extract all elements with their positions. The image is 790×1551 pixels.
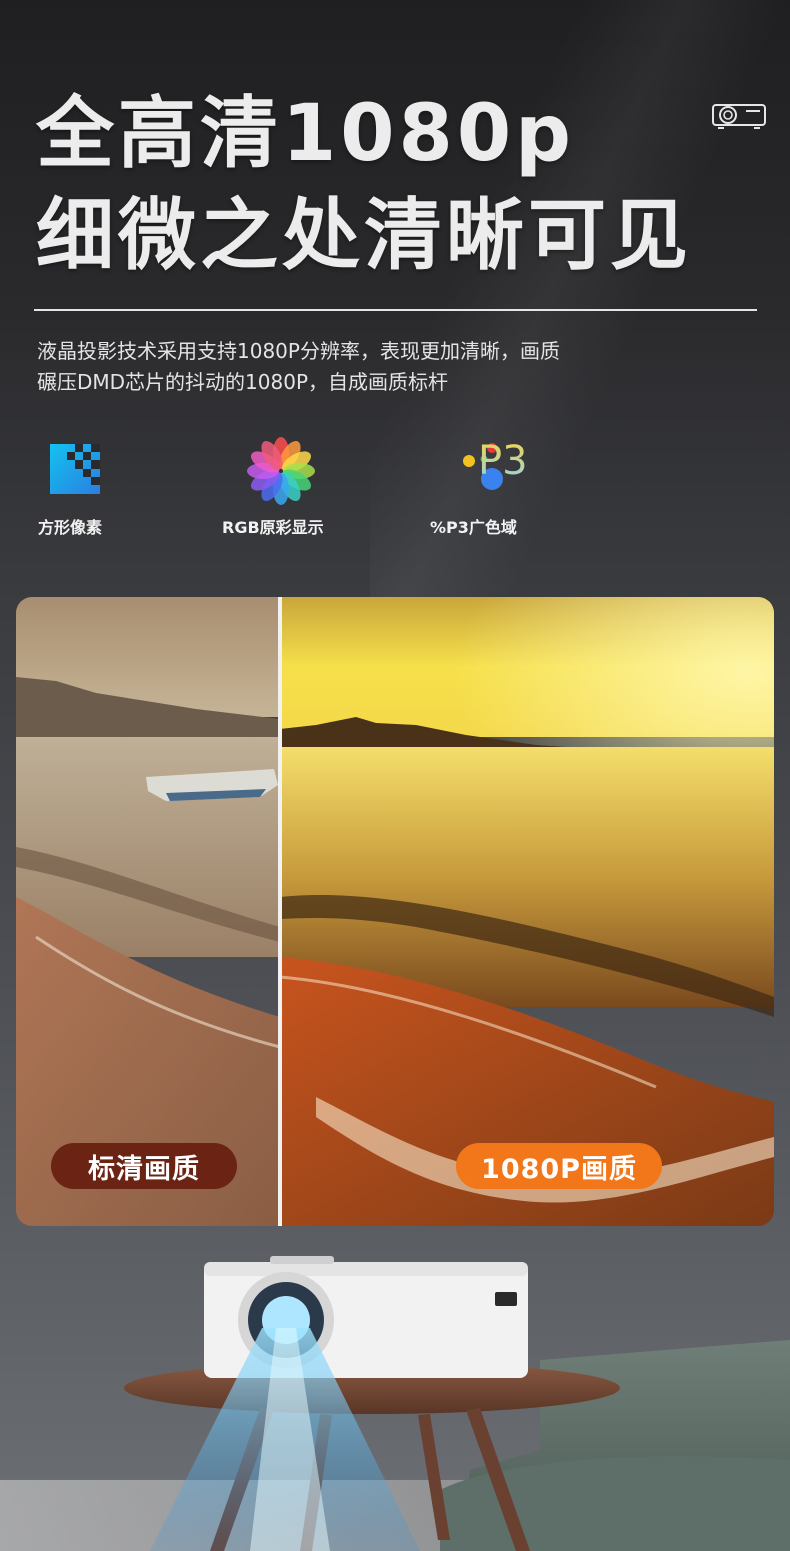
description-line-2: 碾压DMD芯片的抖动的1080P，自成画质标杆: [37, 370, 449, 394]
rgb-color-wheel-icon: [247, 437, 315, 505]
feature-label: %P3广色域: [430, 518, 517, 537]
header-divider: [34, 309, 757, 311]
feature-label: RGB原彩显示: [222, 518, 324, 537]
description: 液晶投影技术采用支持1080P分辨率，表现更加清晰，画质 碾压DMD芯片的抖动的…: [37, 336, 737, 398]
p3-icon-text: P3: [478, 438, 528, 484]
projector-scene-image: [0, 1256, 790, 1551]
sd-quality-badge: 标清画质: [51, 1143, 237, 1189]
headline-line-1: 全高清1080p: [36, 89, 575, 179]
quality-comparison-image: [16, 597, 774, 1226]
feature-label: 方形像素: [38, 518, 103, 537]
projector-icon: [712, 104, 766, 129]
square-pixel-icon: [50, 444, 100, 494]
description-line-1: 液晶投影技术采用支持1080P分辨率，表现更加清晰，画质: [37, 339, 560, 363]
hd-quality-badge: 1080P画质: [456, 1143, 662, 1189]
headline-line-2: 细微之处清晰可见: [36, 191, 693, 281]
